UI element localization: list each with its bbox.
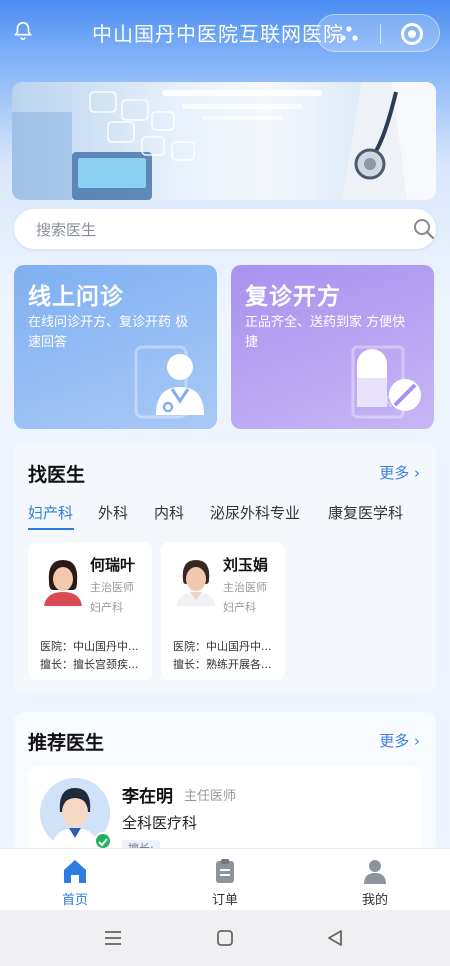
mini-program-capsule — [316, 14, 440, 52]
bottom-tab-bar: 首页 订单 我的 — [0, 848, 450, 910]
doctor-skill: 擅长：擅长宫颈疾... — [40, 658, 139, 671]
department-tabs: 妇产科 外科 内科 泌尿外科专业 康复医学科 — [28, 502, 428, 532]
tab-surgery[interactable]: 外科 — [98, 502, 128, 523]
doctor-title: 主治医师 — [90, 581, 134, 594]
search-icon[interactable] — [412, 217, 436, 241]
chevron-right-icon: › — [414, 464, 420, 482]
doctor-hospital: 医院：中山国丹中... — [173, 640, 272, 653]
tab-internal-medicine[interactable]: 内科 — [154, 502, 184, 523]
section-title: 找医生 — [28, 464, 86, 486]
doctor-icon — [134, 345, 204, 419]
doctor-avatar — [40, 554, 86, 606]
doctor-department: 妇产科 — [90, 601, 123, 614]
prescription-renewal-card[interactable]: 复诊开方 正品齐全、送药到家 方便快捷 Rx — [231, 265, 434, 429]
tab-orders[interactable]: 订单 — [185, 857, 265, 908]
doctor-card[interactable]: 何瑞叶 主治医师 妇产科 医院：中山国丹中... 擅长：擅长宫颈疾... — [28, 542, 152, 680]
system-navigation-bar — [0, 910, 450, 966]
card-title: 复诊开方 — [245, 284, 341, 310]
bell-icon[interactable] — [12, 20, 34, 42]
tab-profile[interactable]: 我的 — [335, 857, 415, 908]
doctor-title: 主任医师 — [184, 789, 237, 804]
home-icon — [64, 860, 86, 883]
target-icon[interactable] — [401, 23, 423, 45]
search-input[interactable]: 搜索医生 — [36, 219, 96, 240]
find-doctor-more-link[interactable]: 更多 › — [379, 462, 420, 483]
card-title: 线上问诊 — [28, 284, 124, 310]
back-triangle-icon[interactable] — [325, 928, 345, 948]
doctor-hospital: 医院：中山国丹中... — [40, 640, 139, 653]
doctor-name: 李在明 — [122, 787, 173, 807]
section-title: 推荐医生 — [28, 732, 105, 754]
doctor-department: 妇产科 — [223, 601, 256, 614]
find-doctor-panel: 找医生 更多 › 妇产科 外科 内科 泌尿外科专业 康复医学科 何瑞叶 主治医师… — [14, 444, 436, 692]
search-bar[interactable]: 搜索医生 — [14, 209, 436, 249]
doctor-banner-image — [12, 82, 436, 200]
capsule-divider — [380, 24, 381, 44]
doctor-avatar — [173, 554, 219, 606]
tab-home[interactable]: 首页 — [35, 857, 115, 908]
tab-label: 我的 — [361, 893, 388, 908]
active-tab-indicator — [28, 528, 74, 530]
tab-label: 订单 — [211, 893, 238, 908]
top-bar: 中山国丹中医院互联网医院 — [0, 0, 450, 64]
online-consultation-card[interactable]: 线上问诊 在线问诊开方、复诊开药 极速回答 — [14, 265, 217, 429]
hospital-banner[interactable] — [12, 82, 436, 200]
recommend-more-link[interactable]: 更多 › — [379, 730, 420, 751]
doctor-name: 刘玉娟 — [223, 556, 269, 574]
user-icon — [364, 860, 386, 884]
doctor-card[interactable]: 刘玉娟 主治医师 妇产科 医院：中山国丹中... 擅长：熟练开展各... — [161, 542, 285, 680]
doctor-department: 全科医疗科 — [122, 814, 198, 832]
chevron-right-icon: › — [414, 732, 420, 750]
menu-icon[interactable] — [103, 928, 123, 948]
doctor-skill: 擅长：熟练开展各... — [173, 658, 272, 671]
doctor-title: 主治医师 — [223, 581, 267, 594]
doctor-name: 何瑞叶 — [90, 556, 136, 574]
pill-icon: Rx — [351, 345, 421, 419]
more-label: 更多 — [379, 732, 410, 750]
home-square-icon[interactable] — [215, 928, 235, 948]
order-icon — [216, 859, 234, 883]
tab-rehabilitation[interactable]: 康复医学科 — [328, 502, 403, 523]
tab-urology[interactable]: 泌尿外科专业 — [210, 502, 300, 523]
recommended-doctors-panel: 推荐医生 更多 › 李在明 主任医师 全科医疗科 擅长: — [14, 712, 436, 886]
more-dots-icon[interactable] — [339, 25, 359, 43]
tab-label: 首页 — [61, 893, 88, 908]
app-title: 中山国丹中医院互联网医院 — [92, 22, 344, 46]
tab-obstetrics[interactable]: 妇产科 — [28, 502, 73, 523]
more-label: 更多 — [379, 464, 410, 482]
